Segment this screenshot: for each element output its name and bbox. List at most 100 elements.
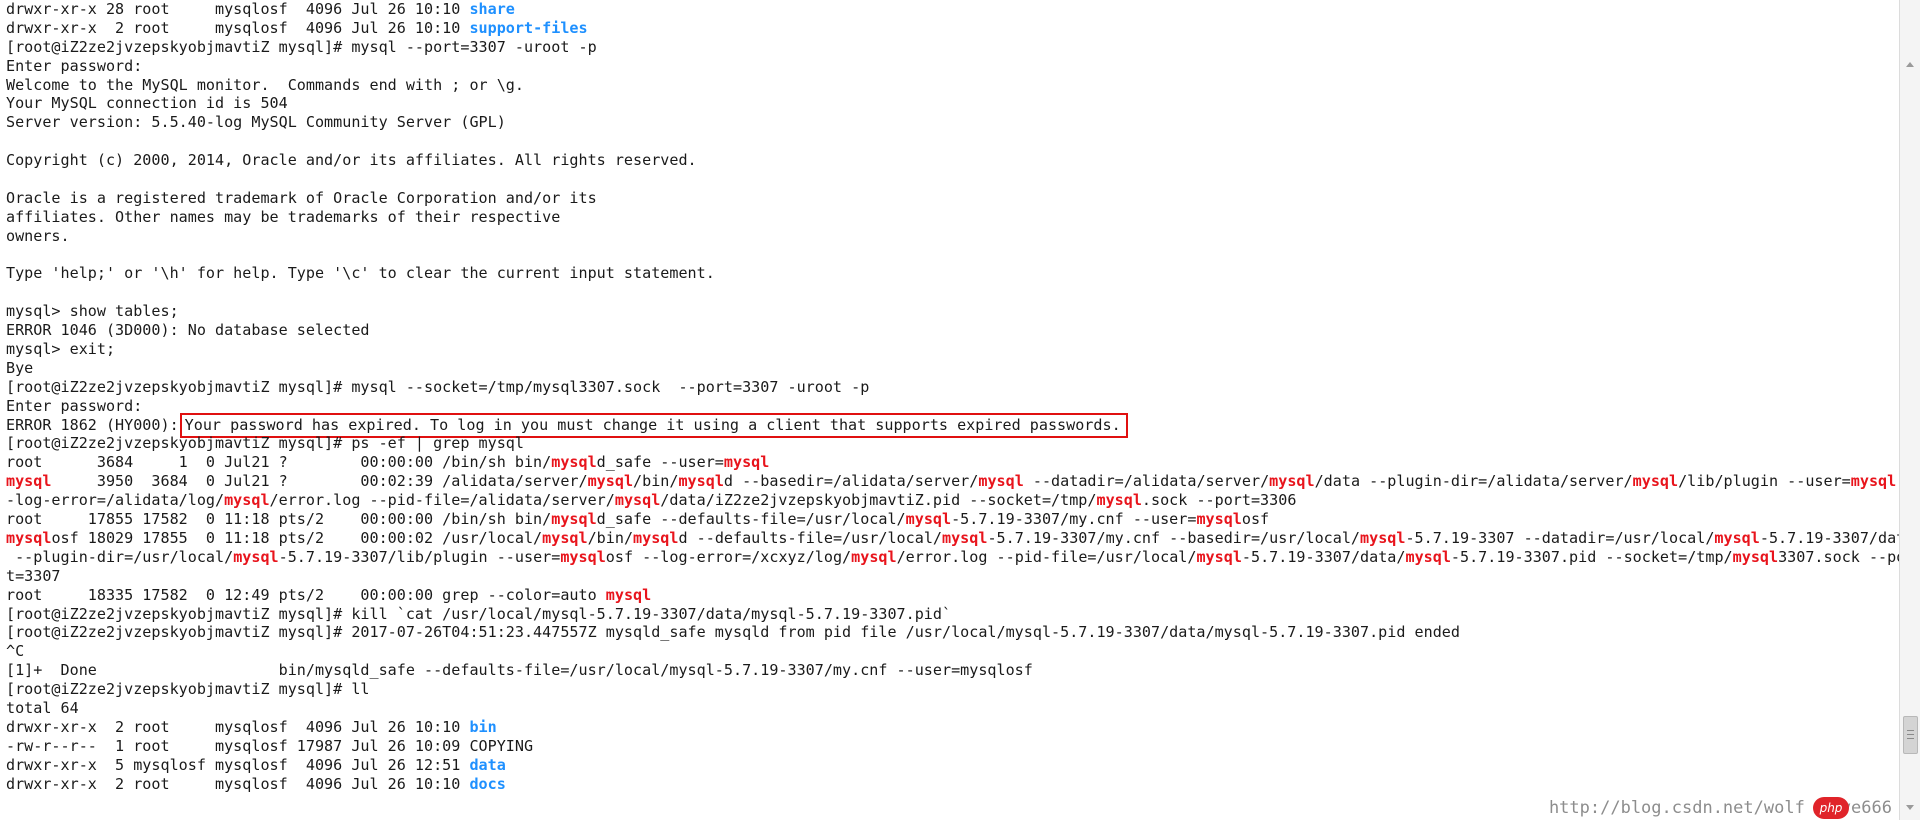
terminal-line: mysql osf 18029 17855 0 11:18 pts/2 00:00… [0, 529, 1900, 548]
terminal-line: Welcome to the MySQL monitor. Commands e… [0, 76, 1900, 95]
line-text: drwxr-xr-x 2 root mysqlosf 4096 Jul 26 1… [6, 774, 470, 793]
grep-match: mysql [560, 547, 606, 566]
grep-match: mysql [1732, 547, 1779, 566]
line-text: d_safe --defaults-file=/usr/local/ [596, 510, 906, 529]
line-text: Enter password: [6, 396, 143, 415]
line-text: root 18335 17582 0 12:49 pts/2 00:00:00 … [6, 585, 606, 604]
watermark-url: http://blog.csdn.net/wolf [1548, 798, 1805, 818]
grep-match: mysql [1360, 528, 1406, 547]
grep-match: mysql [233, 547, 279, 566]
line-text: /data --plugin-dir=/alidata/server/ [1314, 472, 1633, 491]
grep-match: mysql [614, 491, 661, 510]
line-text: [root@iZ2ze2jvzepskyobjmavtiZ mysql]# 20… [6, 623, 1460, 642]
directory-name: data [469, 755, 506, 774]
line-text: Enter password: [6, 56, 143, 75]
terminal-line: drwxr-xr-x 2 root mysqlosf 4096 Jul 26 1… [0, 718, 1900, 737]
terminal-line: [1]+ Done bin/mysqld_safe --defaults-fil… [0, 661, 1900, 680]
scroll-down-arrow-icon[interactable] [1906, 805, 1914, 810]
terminal-line: mysql> exit; [0, 340, 1900, 359]
line-text: drwxr-xr-x 2 root mysqlosf 4096 Jul 26 1… [6, 717, 470, 736]
terminal-line: drwxr-xr-x 2 root mysqlosf 4096 Jul 26 1… [0, 19, 1900, 38]
grip-line [1907, 734, 1914, 735]
scroll-up-arrow-icon[interactable] [1906, 62, 1914, 67]
grep-match: mysql [723, 453, 770, 472]
line-text: Type 'help;' or '\h' for help. Type '\c'… [6, 264, 715, 283]
grep-match: mysql [587, 472, 634, 491]
line-text: d --basedir=/alidata/server/ [723, 472, 979, 491]
grip-line [1907, 738, 1914, 739]
terminal-window[interactable]: drwxr-xr-x 28 root mysqlosf 4096 Jul 26 … [0, 0, 1900, 820]
php-logo-badge: php [1813, 797, 1849, 819]
line-text: Welcome to the MySQL monitor. Commands e… [6, 75, 524, 94]
grep-match: mysql [1196, 547, 1242, 566]
terminal-line: --plugin-dir=/usr/local/mysql-5.7.19-330… [0, 548, 1900, 567]
line-text: [root@iZ2ze2jvzepskyobjmavtiZ mysql]# ll [6, 680, 370, 699]
line-text: d --defaults-file=/usr/local/ [678, 528, 942, 547]
terminal-line: -rw-r--r-- 1 root mysqlosf 17987 Jul 26 … [0, 737, 1900, 756]
scroll-thumb[interactable] [1903, 716, 1918, 754]
line-text: root 17855 17582 0 11:18 pts/2 00:00:00 … [6, 510, 552, 529]
terminal-line: root 3684 1 0 Jul21 ? 00:00:00 /bin/sh b… [0, 453, 1900, 472]
directory-name: share [469, 0, 515, 18]
line-text: -5.7.19-3307/lib/plugin --user= [278, 547, 561, 566]
line-text: Copyright (c) 2000, 2014, Oracle and/or … [6, 151, 697, 170]
terminal-line: Bye [0, 359, 1900, 378]
line-text: [root@iZ2ze2jvzepskyobjmavtiZ mysql]# my… [6, 377, 870, 396]
grep-match: mysql [678, 472, 724, 491]
terminal-line: root 18335 17582 0 12:49 pts/2 00:00:00 … [0, 586, 1900, 605]
terminal-line: t=3307 [0, 567, 1900, 586]
terminal-line: mysql 3950 3684 0 Jul21 ? 00:02:39 /alid… [0, 472, 1900, 491]
directory-name: docs [469, 774, 506, 793]
terminal-line: Oracle is a registered trademark of Orac… [0, 189, 1900, 208]
line-text: total 64 [6, 698, 79, 717]
directory-name: support-files [469, 18, 588, 37]
line-text: -5.7.19-3307.pid --socket=/tmp/ [1450, 547, 1733, 566]
vertical-scrollbar[interactable] [1899, 0, 1920, 820]
terminal-line: [root@iZ2ze2jvzepskyobjmavtiZ mysql]# 20… [0, 623, 1900, 642]
grep-match: mysql [605, 585, 652, 604]
line-text: d_safe --user= [596, 453, 724, 472]
terminal-line: owners. [0, 227, 1900, 246]
terminal-line: Your MySQL connection id is 504 [0, 94, 1900, 113]
directory-name: bin [469, 717, 497, 736]
line-text: -5.7.19-3307/my.cnf --user= [951, 510, 1197, 529]
line-text: /data/iZ2ze2jvzepskyobjmavtiZ.pid --sock… [660, 491, 1097, 510]
terminal-line: [root@iZ2ze2jvzepskyobjmavtiZ mysql]# my… [0, 378, 1900, 397]
line-text: /error.log --pid-file=/usr/local/ [896, 547, 1197, 566]
terminal-line: root 17855 17582 0 11:18 pts/2 00:00:00 … [0, 510, 1900, 529]
terminal-output: drwxr-xr-x 28 root mysqlosf 4096 Jul 26 … [0, 0, 1900, 793]
grep-match: mysql [978, 472, 1024, 491]
terminal-line: [root@iZ2ze2jvzepskyobjmavtiZ mysql]# ps… [0, 434, 1900, 453]
line-text: /bin/ [587, 528, 634, 547]
line-text: ERROR 1046 (3D000): No database selected [6, 321, 370, 340]
terminal-line: [root@iZ2ze2jvzepskyobjmavtiZ mysql]# ki… [0, 605, 1900, 624]
grip-line [1907, 730, 1914, 731]
line-text: Bye [6, 358, 34, 377]
line-text: ERROR 1862 (HY000): [6, 415, 179, 434]
line-text: drwxr-xr-x 2 root mysqlosf 4096 Jul 26 1… [6, 18, 470, 37]
line-text: -5.7.19-3307/data [1759, 528, 1900, 547]
grep-match: mysql [1196, 510, 1242, 529]
line-text: osf 18029 17855 0 11:18 pts/2 00:00:02 /… [51, 528, 543, 547]
line-text: /error.log --pid-file=/alidata/server/ [269, 491, 615, 510]
grep-match: mysql [1714, 528, 1760, 547]
line-text: mysql> show tables; [6, 302, 179, 321]
grep-match: mysql [905, 510, 952, 529]
line-text: -5.7.19-3307/data/ [1241, 547, 1406, 566]
terminal-line: ^C [0, 642, 1900, 661]
terminal-line: total 64 [0, 699, 1900, 718]
line-text: osf [1241, 510, 1270, 529]
line-text: ^C [6, 642, 25, 661]
terminal-line: -log-error=/alidata/log/mysql/error.log … [0, 491, 1900, 510]
grep-match: mysql [1632, 472, 1679, 491]
line-text: -5.7.19-3307 --datadir=/usr/local/ [1405, 528, 1715, 547]
line-text: /lib/plugin --user= [1678, 472, 1851, 491]
terminal-line: mysql> show tables; [0, 302, 1900, 321]
grep-match: mysql [1405, 547, 1451, 566]
line-text: t=3307 [6, 566, 61, 585]
line-text: [root@iZ2ze2jvzepskyobjmavtiZ mysql]# my… [6, 37, 597, 56]
line-text: --plugin-dir=/usr/local/ [6, 547, 234, 566]
